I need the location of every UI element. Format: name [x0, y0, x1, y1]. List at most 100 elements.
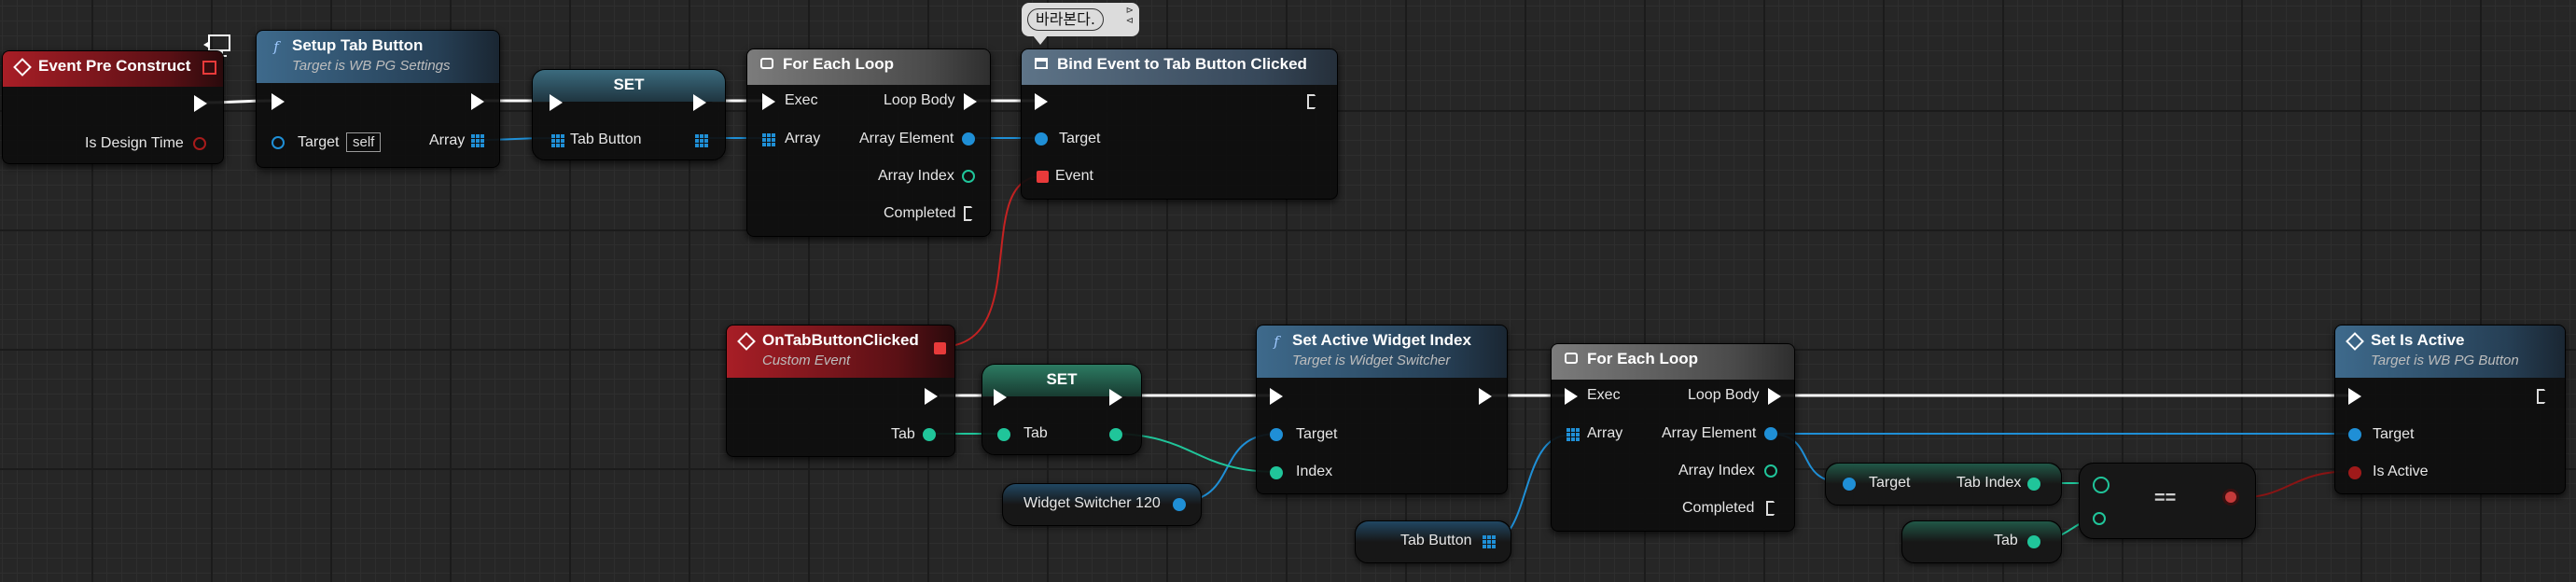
array-index-pin[interactable]	[962, 170, 975, 183]
array-in-pin[interactable]	[1566, 428, 1580, 441]
node-subtitle: Target is Widget Switcher	[1292, 353, 1451, 368]
target-pin[interactable]	[1035, 132, 1048, 146]
array-in-pin[interactable]	[762, 133, 775, 146]
set-active-widget-index-node[interactable]: f Set Active Widget Index Target is Widg…	[1256, 325, 1508, 494]
tab-out-pin[interactable]	[1109, 428, 1122, 441]
widget-switcher-out-pin[interactable]	[1173, 498, 1186, 511]
comment-pin-icon[interactable]: ⊳ ⊲	[1126, 6, 1134, 26]
node-header[interactable]: Event Pre Construct	[3, 51, 223, 87]
node-header[interactable]: Set Is Active Target is WB PG Button	[2335, 326, 2565, 378]
target-pin[interactable]	[1843, 478, 1856, 491]
exec-out-pin[interactable]	[2537, 389, 2550, 404]
exec-in-pin[interactable]	[1565, 388, 1578, 405]
exec-out-pin[interactable]	[1479, 388, 1492, 405]
exec-out-pin[interactable]	[471, 93, 484, 110]
tab-button-variable[interactable]: Tab Button	[1355, 520, 1511, 563]
exec-in-pin[interactable]	[1270, 388, 1283, 405]
tab-button-out-pin[interactable]	[695, 134, 708, 147]
node-title: Event Pre Construct	[38, 57, 191, 75]
exec-out-pin[interactable]	[1109, 389, 1122, 406]
exec-in-pin[interactable]	[762, 93, 775, 110]
completed-pin[interactable]	[964, 206, 977, 221]
pin-label-array: Array	[429, 132, 466, 148]
tab-index-out-pin[interactable]	[2027, 478, 2040, 491]
equal-int-node[interactable]: ==	[2079, 463, 2256, 539]
exec-in-pin[interactable]	[550, 94, 563, 111]
exec-out-pin[interactable]	[693, 94, 706, 111]
tab-button-in-pin[interactable]	[551, 134, 564, 147]
loop-body-pin[interactable]	[964, 93, 977, 110]
pin-label-completed: Completed	[1682, 500, 1755, 516]
pin-label-loop-body: Loop Body	[884, 92, 955, 108]
pin-label-tab: Tab	[891, 426, 915, 442]
comment-bubble[interactable]: 바라본다. ⊳ ⊲	[1022, 3, 1139, 45]
loop-body-pin[interactable]	[1768, 388, 1781, 405]
tab-out-pin[interactable]	[2027, 535, 2040, 548]
tab-in-pin[interactable]	[997, 428, 1010, 441]
is-active-pin[interactable]	[2348, 466, 2361, 479]
node-subtitle: Target is WB PG Settings	[292, 58, 451, 74]
pin-label-is-active: Is Active	[2373, 464, 2429, 479]
widget-switcher-variable[interactable]: Widget Switcher 120	[1002, 483, 1202, 526]
bind-event-node[interactable]: Bind Event to Tab Button Clicked Target …	[1021, 48, 1338, 200]
function-icon: f	[1274, 333, 1279, 350]
b-in-pin[interactable]	[2093, 512, 2106, 525]
event-diamond-icon	[13, 58, 32, 76]
is-design-time-pin[interactable]	[193, 137, 206, 150]
node-header[interactable]: OnTabButtonClicked Custom Event	[727, 326, 954, 378]
node-subtitle: Target is WB PG Button	[2371, 353, 2519, 368]
array-element-pin[interactable]	[1764, 427, 1777, 440]
a-in-pin[interactable]	[2093, 477, 2110, 493]
set-tab-button-node[interactable]: SET Tab Button	[532, 69, 726, 160]
tab-button-out-pin[interactable]	[1483, 535, 1496, 548]
pin-label-target: Target	[1296, 426, 1338, 442]
event-delegate-pin[interactable]	[1037, 171, 1049, 183]
completed-pin[interactable]	[1766, 501, 1779, 516]
target-pin[interactable]	[2348, 428, 2361, 441]
array-out-pin[interactable]	[471, 134, 484, 147]
tab-variable[interactable]: Tab	[1901, 520, 2062, 563]
delegate-out-pin[interactable]	[934, 342, 946, 354]
operator-label: ==	[2154, 488, 2177, 508]
node-header[interactable]: Bind Event to Tab Button Clicked	[1022, 49, 1337, 85]
array-element-pin[interactable]	[962, 132, 975, 146]
node-header[interactable]: For Each Loop	[747, 49, 990, 85]
delegate-pin-icon[interactable]	[202, 61, 216, 75]
exec-out-pin[interactable]	[1307, 94, 1320, 109]
exec-in-pin[interactable]	[994, 389, 1007, 406]
set-tab-node[interactable]: SET Tab	[982, 364, 1142, 455]
loop-macro-icon	[1563, 352, 1580, 368]
self-value-field[interactable]: self	[346, 132, 382, 152]
node-header[interactable]: For Each Loop	[1552, 344, 1794, 380]
exec-in-pin[interactable]	[272, 93, 285, 110]
bool-out-pin[interactable]	[2225, 492, 2236, 503]
get-tab-index-node[interactable]: Target Tab Index	[1825, 463, 2062, 506]
for-each-loop-node-2[interactable]: For Each Loop Exec Loop Body Array Array…	[1551, 343, 1795, 532]
set-is-active-node[interactable]: Set Is Active Target is WB PG Button Tar…	[2334, 325, 2566, 494]
array-index-pin[interactable]	[1764, 464, 1777, 478]
event-diamond-icon	[2346, 332, 2364, 351]
pin-label-array-index: Array Index	[878, 168, 954, 184]
setup-tab-button-node[interactable]: f Setup Tab Button Target is WB PG Setti…	[256, 30, 500, 168]
pin-label-array: Array	[785, 131, 821, 146]
exec-in-pin[interactable]	[2348, 388, 2361, 405]
target-pin[interactable]	[1270, 428, 1283, 441]
bind-event-icon	[1033, 57, 1050, 74]
node-header[interactable]: f Setup Tab Button Target is WB PG Setti…	[257, 31, 499, 83]
comment-text: 바라본다.	[1027, 8, 1104, 31]
exec-out-pin[interactable]	[194, 95, 207, 112]
node-header[interactable]: f Set Active Widget Index Target is Widg…	[1257, 326, 1507, 378]
index-pin[interactable]	[1270, 466, 1283, 479]
for-each-loop-node[interactable]: For Each Loop Exec Loop Body Array Array…	[746, 48, 991, 237]
exec-out-pin[interactable]	[925, 388, 938, 405]
event-pre-construct-node[interactable]: Event Pre Construct Is Design Time	[2, 50, 224, 164]
on-tab-button-clicked-node[interactable]: OnTabButtonClicked Custom Event Tab	[726, 325, 955, 457]
pin-label-target: Target	[1059, 131, 1101, 146]
tab-out-pin[interactable]	[923, 428, 936, 441]
exec-in-pin[interactable]	[1035, 93, 1048, 110]
node-title: Set Is Active	[2371, 331, 2465, 349]
node-title: Set Active Widget Index	[1292, 331, 1471, 349]
target-pin[interactable]	[272, 136, 285, 149]
function-icon: f	[273, 38, 279, 55]
pin-label-target: Target	[1869, 475, 1911, 491]
